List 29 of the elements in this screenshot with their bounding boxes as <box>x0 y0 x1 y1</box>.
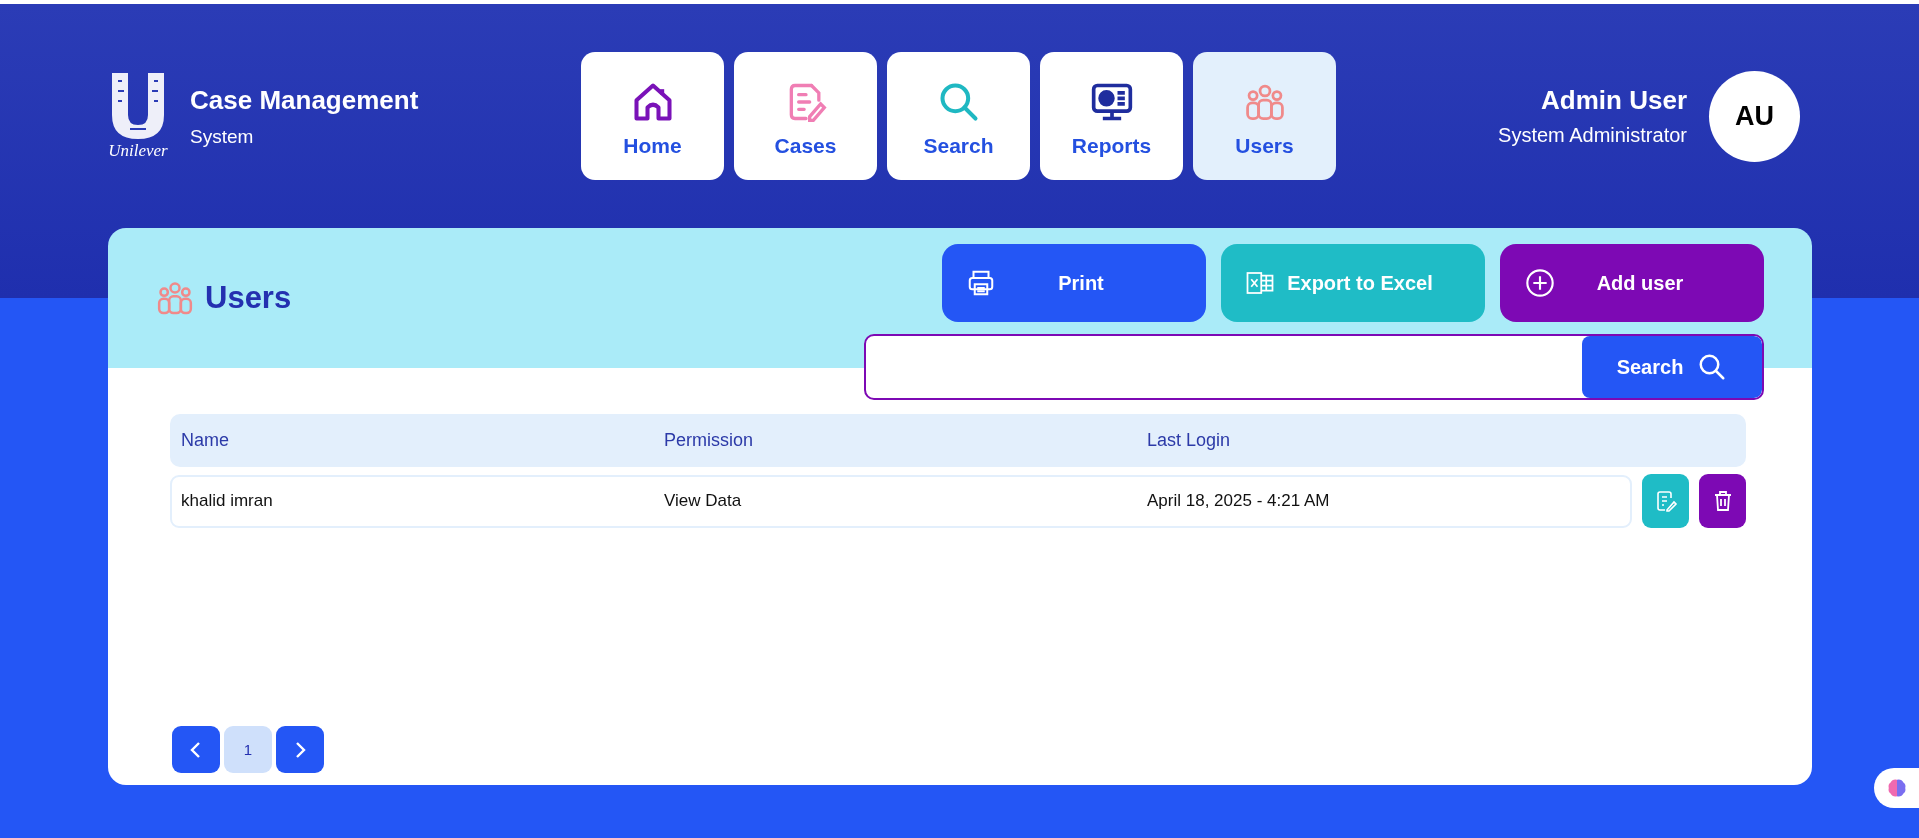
column-header: Permission <box>664 430 755 451</box>
next-page-button[interactable] <box>276 726 324 773</box>
assistant-button[interactable] <box>1874 768 1919 808</box>
page-title: Users <box>205 280 292 316</box>
print-button[interactable]: Print <box>942 244 1206 322</box>
nav-tab[interactable]: Search <box>887 52 1030 180</box>
table-cell-text: khalid imran <box>181 491 274 511</box>
user-avatar[interactable]: AU <box>1709 70 1800 162</box>
user-role: System Administrator <box>1498 124 1687 147</box>
delete-button[interactable] <box>1699 474 1746 528</box>
add-button[interactable]: Add user <box>1500 244 1764 322</box>
brand-logo: Unilever <box>108 71 168 161</box>
user-name: Admin User <box>1540 85 1687 116</box>
app-title: Case Management <box>190 84 419 116</box>
nav-tab[interactable]: Home <box>581 52 724 180</box>
app-subtitle: System <box>190 125 255 148</box>
column-header: Last Login <box>1147 430 1232 451</box>
search-field[interactable]: Search <box>864 334 1764 400</box>
nav-tab[interactable]: Users <box>1193 52 1336 180</box>
column-header: Name <box>181 430 230 451</box>
page-button[interactable]: 1 <box>224 726 272 773</box>
search-button[interactable]: Search <box>1582 336 1762 398</box>
table-cell-text: April 18, 2025 - 4:21 AM <box>1147 491 1331 511</box>
nav-tab[interactable]: Cases <box>734 52 877 180</box>
printer-icon <box>966 268 996 298</box>
nav-tab[interactable]: Reports <box>1040 52 1183 180</box>
plus-circle-icon <box>1524 267 1556 299</box>
table-cell-text: View Data <box>664 491 743 511</box>
previous-page-button[interactable] <box>172 726 220 773</box>
